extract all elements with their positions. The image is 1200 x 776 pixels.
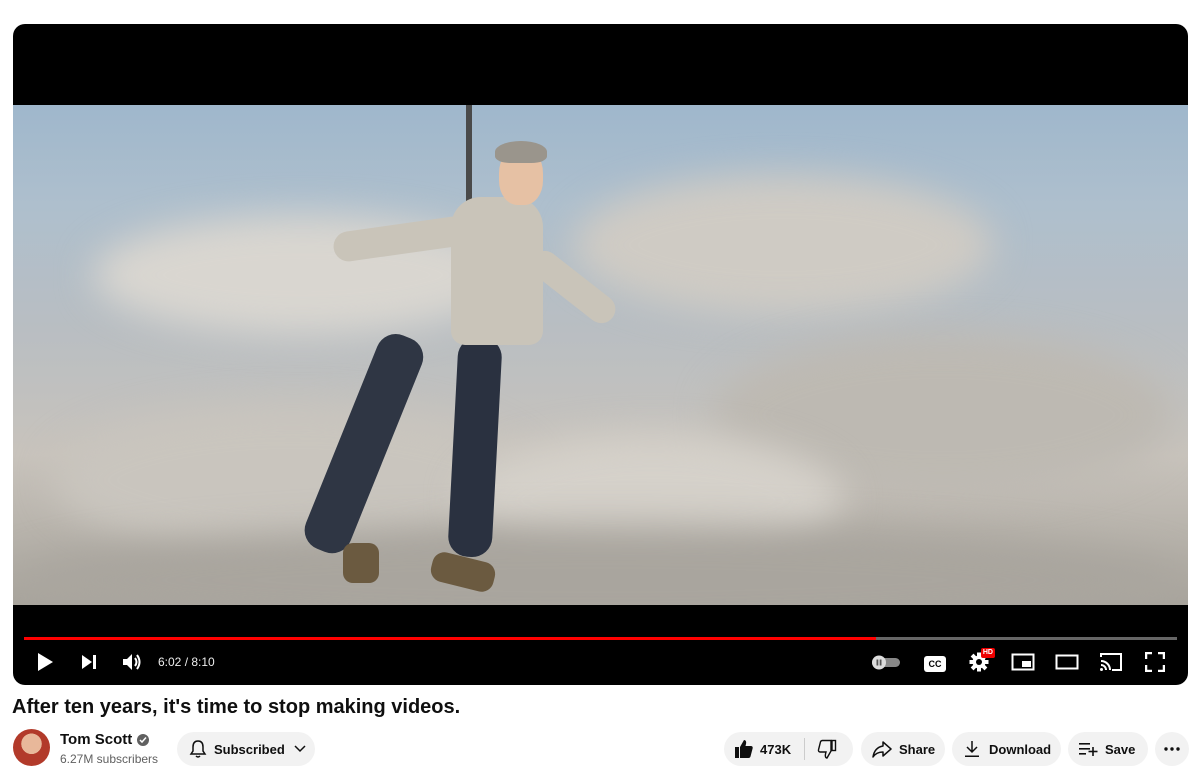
captions-button[interactable]: CC (923, 652, 947, 676)
bell-icon (189, 739, 207, 759)
share-icon (872, 740, 892, 758)
download-button[interactable]: Download (952, 732, 1061, 766)
next-icon (80, 653, 98, 676)
person-hair (495, 141, 547, 163)
channel-name: Tom Scott (60, 731, 133, 748)
play-icon (36, 652, 54, 677)
progress-bar[interactable] (24, 637, 1177, 640)
progress-fill (24, 637, 876, 640)
more-actions-button[interactable] (1155, 732, 1189, 766)
save-button[interactable]: Save (1068, 732, 1148, 766)
like-count: 473K (760, 741, 792, 757)
cast-button[interactable] (1098, 652, 1124, 676)
channel-avatar[interactable] (13, 729, 50, 766)
play-button[interactable] (33, 652, 57, 676)
like-dislike-group: 473K (724, 732, 853, 766)
save-label: Save (1105, 741, 1136, 757)
fullscreen-button[interactable] (1143, 651, 1167, 677)
volume-button[interactable] (119, 652, 145, 676)
captions-label: CC (928, 659, 942, 669)
autoplay-toggle[interactable] (870, 652, 902, 676)
volume-icon (121, 652, 143, 677)
autoplay-toggle-icon (870, 654, 902, 675)
subscribed-label: Subscribed (214, 741, 285, 757)
download-icon (964, 740, 980, 758)
verified-icon (137, 733, 150, 746)
chevron-down-icon (294, 745, 306, 753)
captions-icon: CC (924, 656, 946, 672)
subscriber-count: 6.27M subscribers (60, 752, 159, 766)
share-label: Share (899, 741, 936, 757)
add-to-playlist-icon (1078, 741, 1098, 757)
like-button[interactable]: 473K (724, 732, 804, 766)
player-controls: 6:02 / 8:10 CC HD (13, 644, 1188, 684)
theater-mode-button[interactable] (1054, 652, 1080, 676)
next-button[interactable] (77, 652, 101, 676)
hd-badge: HD (980, 647, 995, 658)
cast-icon (1099, 652, 1123, 677)
settings-icon: HD (969, 647, 995, 677)
video-frame[interactable] (13, 105, 1188, 605)
dislike-button[interactable] (805, 732, 837, 766)
download-label: Download (989, 741, 1052, 757)
person-body (451, 197, 543, 345)
video-player[interactable]: 6:02 / 8:10 CC HD (13, 24, 1188, 685)
person-boot (343, 543, 379, 583)
more-icon (1164, 747, 1180, 751)
theater-icon (1055, 654, 1079, 675)
share-button[interactable]: Share (861, 732, 945, 766)
time-display: 6:02 / 8:10 (158, 655, 215, 669)
miniplayer-icon (1011, 653, 1035, 676)
miniplayer-button[interactable] (1010, 652, 1036, 676)
channel-name-link[interactable]: Tom Scott (60, 731, 150, 748)
subscribed-button[interactable]: Subscribed (177, 732, 315, 766)
settings-button[interactable]: HD (967, 647, 995, 677)
thumbs-up-icon (734, 739, 754, 759)
harness-rope (466, 105, 472, 205)
fullscreen-icon (1144, 651, 1166, 677)
video-title: After ten years, it's time to stop makin… (12, 696, 461, 718)
thumbs-down-icon (817, 739, 837, 759)
